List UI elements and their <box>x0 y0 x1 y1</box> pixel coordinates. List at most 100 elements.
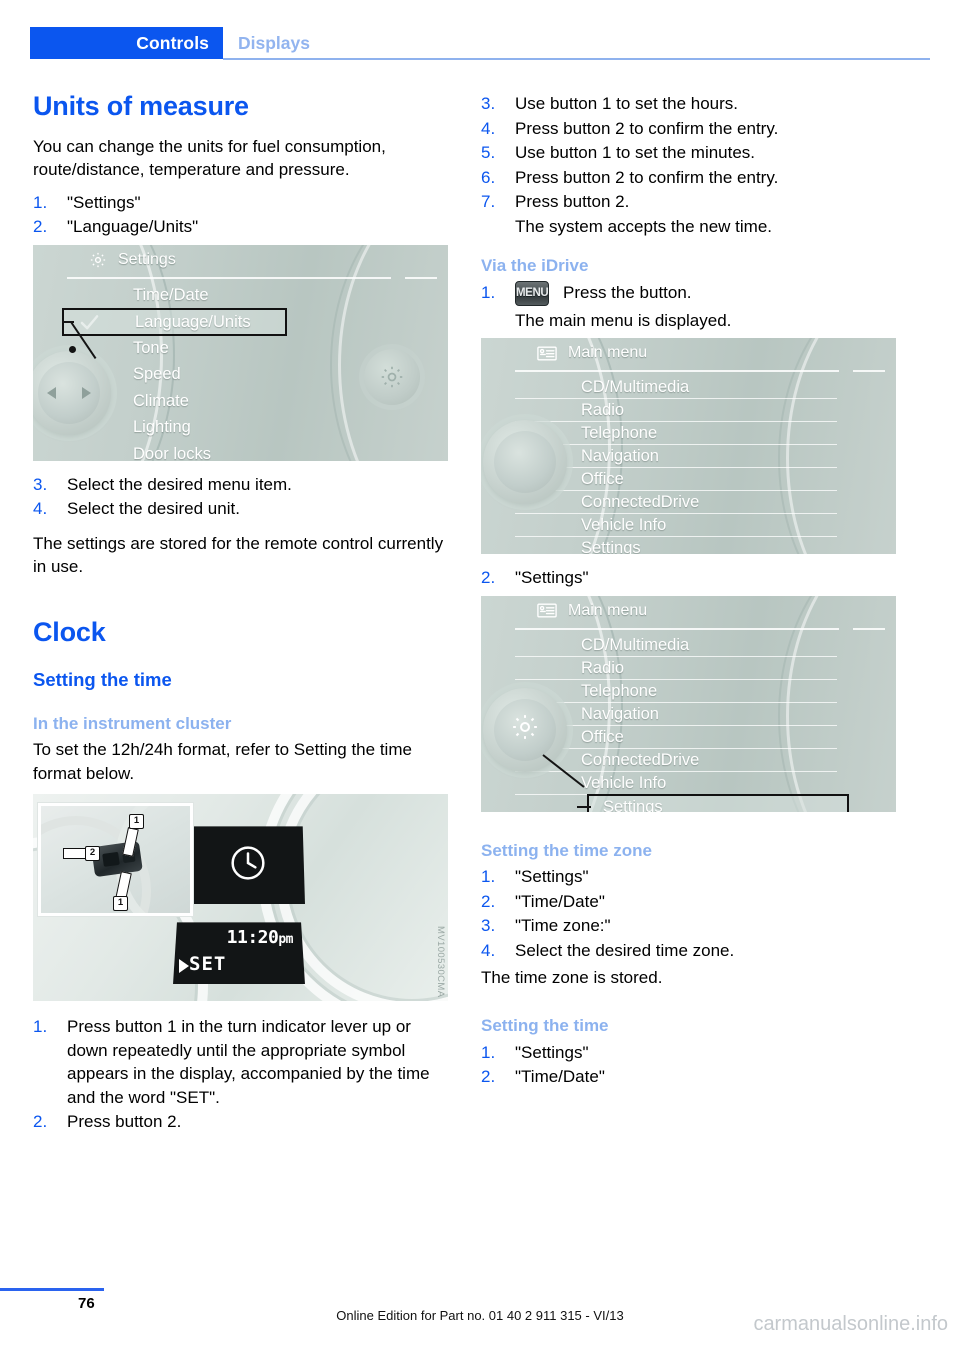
menu-item-label: Language/Units <box>135 312 251 331</box>
screen-title-divider-right <box>853 370 885 373</box>
main-menu-item-telephone[interactable]: Telephone <box>515 422 837 446</box>
site-watermark: carmanualsonline.info <box>753 1313 948 1335</box>
settings-item-lighting[interactable]: Lighting <box>67 415 389 442</box>
steps-setting-time-idrive: 1. "Settings" 2. "Time/Date" <box>481 1041 896 1089</box>
callout-2: 2 <box>85 846 100 862</box>
list-menu-icon <box>537 346 557 361</box>
settings-item-door-locks[interactable]: Door locks <box>67 442 389 461</box>
list-number: 2. <box>481 568 496 588</box>
cluster-lcd-symbol-area <box>191 826 305 905</box>
main-menu-item-radio[interactable]: Radio <box>515 657 837 680</box>
tab-controls[interactable]: Controls <box>30 27 223 59</box>
callout-1-down: 1 <box>113 896 128 912</box>
idrive-controller-knob[interactable] <box>33 350 111 435</box>
main-menu-item-connecteddrive[interactable]: ConnectedDrive <box>515 491 837 515</box>
list-item: 2. "Time/Date" <box>481 890 896 914</box>
list-number: 1. <box>33 192 48 212</box>
page-title: Units of measure <box>33 91 249 121</box>
list-number: 1. <box>481 1042 496 1062</box>
idrive-controller-knob[interactable] <box>483 687 567 772</box>
main-menu-item-cd-multimedia[interactable]: CD/Multimedia <box>515 634 837 657</box>
menu-item-label: Lighting <box>133 418 191 437</box>
list-text: Use button 1 to set the minutes. <box>515 143 756 162</box>
side-gear-icon <box>364 348 420 405</box>
menu-item-label: Tone <box>133 338 169 357</box>
main-menu-item-telephone[interactable]: Telephone <box>515 680 837 703</box>
main-menu-item-cd-multimedia[interactable]: CD/Multimedia <box>515 376 837 400</box>
cluster-set-label: SET <box>189 953 227 976</box>
knob-inner <box>38 361 100 424</box>
list-text: Use button 1 to set the hours. <box>515 94 739 113</box>
instrument-cluster-body: To set the 12h/24h format, refer to Sett… <box>33 740 412 783</box>
list-number: 1. <box>33 1017 48 1037</box>
main-menu-item-radio[interactable]: Radio <box>515 399 837 423</box>
image-watermark: MV100530CMA <box>435 925 446 998</box>
leader-dot <box>69 345 76 353</box>
screen-title-divider-right <box>405 276 437 279</box>
settings-item-time-date[interactable]: Time/Date <box>67 283 389 310</box>
list-number: 1. <box>481 282 496 302</box>
time-zone-heading: Setting the time zone <box>481 840 652 860</box>
list-number: 5. <box>481 143 496 162</box>
list-number: 1. <box>481 867 496 887</box>
list-item: 3. "Time zone:" <box>481 914 896 938</box>
menu-item-label: Telephone <box>581 681 658 700</box>
steps-time-zone: 1. "Settings" 2. "Time/Date" 3. "Time zo… <box>481 865 896 962</box>
clock-icon <box>228 843 268 888</box>
left-right-arrows-icon <box>38 362 100 424</box>
menu-item-label: CD/Multimedia <box>581 378 690 397</box>
menu-item-label: Time/Date <box>133 285 209 304</box>
menu-item-label: Settings <box>603 797 663 812</box>
header-divider <box>223 58 930 60</box>
right-column: 3. Use button 1 to set the hours. 4. Pre… <box>481 92 896 1090</box>
via-idrive-heading: Via the iDrive <box>481 256 589 275</box>
steps-press-buttons: 1. Press button 1 in the turn indicator … <box>33 1015 448 1134</box>
list-item: 1. "Settings" <box>33 191 448 215</box>
steps-units-of-measure: 1. "Settings" 2. "Language/Units" <box>33 191 448 239</box>
screen-title-label: Main menu <box>568 601 648 619</box>
left-column: Units of measure You can change the unit… <box>33 91 448 1135</box>
screen-title: Main menu <box>537 344 647 362</box>
main-menu-screen-image-2: Main menu CD/Multimedia Radio Telephone … <box>481 595 896 812</box>
list-text: Press button 2 to confirm the entry. <box>515 118 779 138</box>
list-item-continuation: The system accepts the new time. <box>481 215 896 239</box>
settings-item-language-units[interactable]: Language/Units <box>62 307 287 336</box>
page-header: Controls Displays <box>0 27 960 60</box>
steps-select-menu: 3. Select the desired menu item. 4. Sele… <box>33 473 448 521</box>
cluster-time-value: 11:20 <box>226 927 279 949</box>
menu-item-label: Office <box>581 727 624 746</box>
list-item: 4. Select the desired unit. <box>33 497 448 521</box>
list-number: 2. <box>481 1067 496 1087</box>
steps-via-idrive: 1. MENU Press the button. The main menu … <box>481 280 896 333</box>
idrive-controller-knob[interactable] <box>483 420 567 505</box>
list-text: Press button 2. <box>67 1112 182 1132</box>
settings-item-tone[interactable]: Tone <box>67 336 389 363</box>
instrument-cluster-heading: In the instrument cluster <box>33 713 232 733</box>
main-menu-item-vehicle-info[interactable]: Vehicle Info <box>515 772 837 795</box>
main-menu-item-settings[interactable]: Settings <box>515 537 837 554</box>
list-item: 1. Press button 1 in the turn indicator … <box>33 1015 448 1109</box>
screen-title-label: Main menu <box>568 344 648 362</box>
menu-button-icon[interactable]: MENU <box>515 280 549 306</box>
list-item: 2. "Language/Units" <box>33 215 448 239</box>
list-item-menu-button: 1. MENU Press the button. <box>481 280 896 306</box>
list-text: "Language/Units" <box>67 217 199 237</box>
list-text: "Time/Date" <box>515 891 605 911</box>
tab-displays[interactable]: Displays <box>238 27 310 59</box>
menu-item-label: Telephone <box>581 424 658 443</box>
callout-1-up: 1 <box>129 814 144 830</box>
main-menu-item-vehicle-info[interactable]: Vehicle Info <box>515 514 837 538</box>
screen-title-divider <box>515 370 839 373</box>
list-text: The system accepts the new time. <box>515 216 772 236</box>
list-number: 3. <box>481 94 496 113</box>
list-item: 7. Press button 2. <box>481 190 896 214</box>
main-menu-item-settings-highlighted[interactable]: Settings <box>587 793 849 812</box>
arrow-right-icon <box>82 386 91 399</box>
settings-item-climate[interactable]: Climate <box>67 389 389 416</box>
main-menu-item-connecteddrive[interactable]: ConnectedDrive <box>515 749 837 772</box>
setting-the-time-heading: Setting the time <box>33 669 172 691</box>
instrument-cluster-image: 11:20pm SET 1 1 2 MV100530CMA <box>33 794 448 1002</box>
list-text: Select the desired unit. <box>67 499 240 519</box>
intro-paragraph: You can change the units for fuel consum… <box>33 136 386 180</box>
settings-item-speed[interactable]: Speed <box>67 362 389 389</box>
